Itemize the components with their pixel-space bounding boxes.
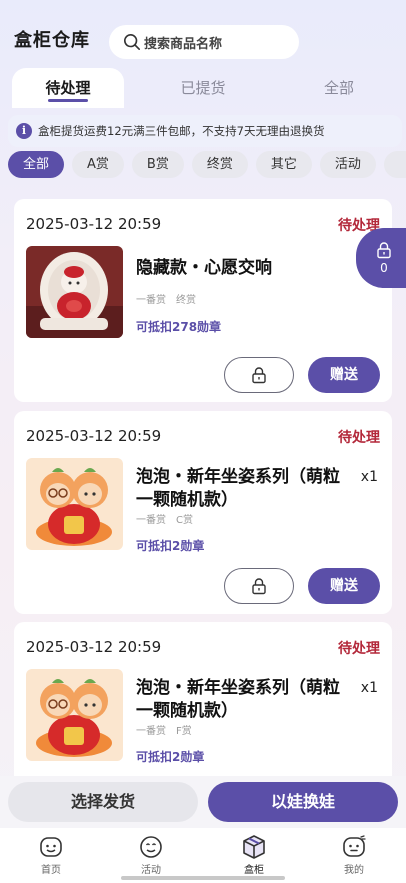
lock-icon — [377, 242, 391, 259]
select-shipping-button[interactable]: 选择发货 — [8, 782, 198, 822]
header: 盒柜仓库 搜索商品名称 — [0, 0, 406, 70]
product-image — [26, 669, 123, 761]
page-title: 盒柜仓库 — [14, 30, 90, 51]
shipping-notice: i 盒柜提货运费12元满三件包邮，不支持7天无理由退换货 — [8, 115, 402, 147]
bottom-tab-bar: 首页 活动 盒柜 我的 — [0, 828, 406, 883]
tag-series: 一番赏 — [136, 726, 166, 737]
box-cabinet-icon — [243, 835, 265, 859]
filter-other[interactable]: 其它 — [255, 151, 312, 178]
box-item-card: 2025-03-12 20:59 待处理 泡泡・新年坐姿系列（萌粒一颗随机款） … — [14, 411, 392, 614]
gift-button[interactable]: 赠送 — [308, 357, 380, 393]
locked-count: 0 — [380, 261, 388, 275]
item-date: 2025-03-12 20:59 — [26, 427, 162, 445]
status-badge: 待处理 — [338, 641, 380, 657]
lock-icon — [252, 578, 266, 595]
product-name: 泡泡・新年坐姿系列（萌粒一颗随机款） — [136, 467, 340, 510]
item-quantity: x1 — [360, 469, 378, 485]
box-item-card: 2025-03-12 20:59 待处理 隐藏款・心愿交响 一番赏 终赏 可抵扣2… — [14, 199, 392, 402]
product-name: 隐藏款・心愿交响 — [136, 258, 272, 278]
product-tags: 一番赏 F赏 — [136, 722, 202, 737]
home-face-icon — [40, 837, 62, 857]
notice-text: 盒柜提货运费12元满三件包邮，不支持7天无理由退换货 — [38, 124, 325, 138]
box-item-card: 2025-03-12 20:59 待处理 泡泡・新年坐姿系列（萌粒一颗随机款） … — [14, 622, 392, 782]
filter-all[interactable]: 全部 — [8, 151, 65, 178]
tag-series: 一番赏 — [136, 295, 166, 306]
activity-face-icon — [140, 836, 162, 858]
tag-prize: 终赏 — [176, 295, 196, 306]
home-indicator — [121, 876, 285, 880]
item-quantity: x1 — [360, 680, 378, 696]
product-tags: 一番赏 C赏 — [136, 511, 203, 526]
tab-all[interactable]: 全部 — [284, 68, 394, 108]
swap-doll-button[interactable]: 以娃换娃 — [208, 782, 398, 822]
credit-value: 可抵扣2勋章 — [136, 539, 205, 553]
info-icon: i — [16, 123, 32, 139]
tabbar-home[interactable]: 首页 — [21, 834, 81, 876]
search-input[interactable]: 搜索商品名称 — [109, 25, 299, 59]
tabbar-label: 首页 — [41, 865, 61, 876]
filter-chips: 全部 A赏 B赏 终赏 其它 活动 — [8, 151, 406, 179]
search-placeholder: 搜索商品名称 — [144, 36, 223, 52]
product-image — [26, 246, 123, 338]
tab-picked-up[interactable]: 已提货 — [148, 68, 258, 108]
search-icon — [123, 33, 141, 51]
tabbar-activity[interactable]: 活动 — [121, 834, 181, 876]
status-badge: 待处理 — [338, 430, 380, 446]
bottom-actions: 选择发货 以娃换娃 — [0, 776, 406, 828]
product-name: 泡泡・新年坐姿系列（萌粒一颗随机款） — [136, 678, 340, 721]
lock-button[interactable] — [224, 357, 294, 393]
filter-activity[interactable]: 活动 — [319, 151, 376, 178]
lock-icon — [252, 367, 266, 384]
credit-value: 可抵扣2勋章 — [136, 750, 205, 764]
credit-value: 可抵扣278勋章 — [136, 320, 222, 334]
tabbar-profile[interactable]: 我的 — [324, 834, 384, 876]
filter-b[interactable]: B赏 — [131, 151, 184, 178]
product-image — [26, 458, 123, 550]
tab-pending[interactable]: 待处理 — [12, 68, 124, 108]
item-date: 2025-03-12 20:59 — [26, 215, 162, 233]
profile-face-icon — [343, 835, 366, 857]
tabbar-label: 我的 — [344, 865, 364, 876]
locked-count-button[interactable]: 0 — [356, 228, 406, 288]
filter-a[interactable]: A赏 — [72, 151, 124, 178]
tag-prize: C赏 — [176, 515, 193, 526]
tabbar-label: 盒柜 — [244, 865, 264, 876]
filter-more[interactable] — [383, 151, 406, 178]
filter-final[interactable]: 终赏 — [191, 151, 248, 178]
lock-button[interactable] — [224, 568, 294, 604]
tabbar-box-cabinet[interactable]: 盒柜 — [224, 834, 284, 876]
status-tabs: 待处理 已提货 全部 — [0, 68, 406, 108]
tabbar-label: 活动 — [141, 865, 161, 876]
tag-prize: F赏 — [176, 726, 192, 737]
product-tags: 一番赏 终赏 — [136, 291, 206, 306]
item-date: 2025-03-12 20:59 — [26, 638, 162, 656]
tag-series: 一番赏 — [136, 515, 166, 526]
gift-button[interactable]: 赠送 — [308, 568, 380, 604]
